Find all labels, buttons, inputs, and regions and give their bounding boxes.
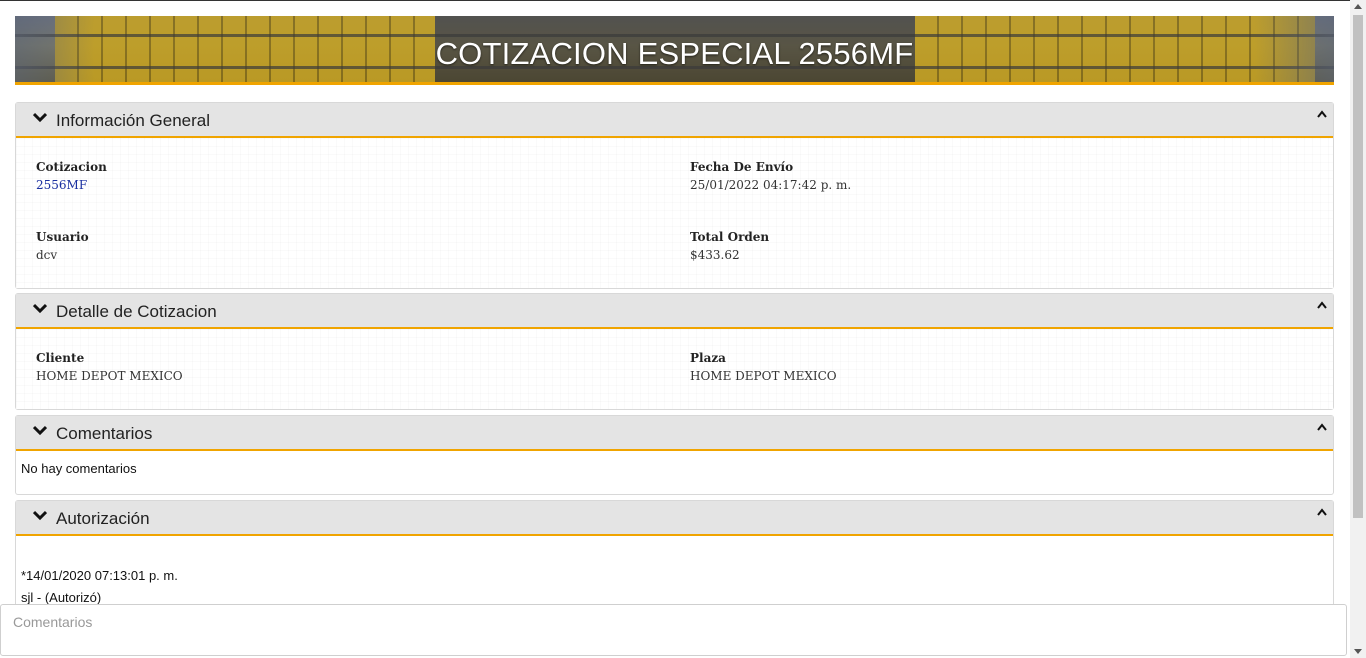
field-plaza: Plaza HOME DEPOT MEXICO bbox=[690, 351, 837, 383]
panel-body: Cliente HOME DEPOT MEXICO Plaza HOME DEP… bbox=[16, 329, 1333, 409]
caret-up-icon[interactable] bbox=[1317, 301, 1327, 309]
field-label: Fecha De Envío bbox=[690, 160, 794, 174]
chevron-down-icon bbox=[33, 425, 47, 436]
window-top-border bbox=[0, 0, 1366, 1]
cotizacion-link[interactable]: 2556MF bbox=[36, 178, 107, 192]
field-cotizacion: Cotizacion 2556MF bbox=[36, 160, 107, 192]
field-value: $433.62 bbox=[690, 248, 740, 262]
chevron-down-icon bbox=[33, 510, 47, 521]
panel-header-informacion-general[interactable]: Información General bbox=[16, 103, 1333, 138]
field-label: Cotizacion bbox=[36, 160, 107, 174]
chevron-down-icon bbox=[33, 112, 47, 123]
field-total-orden: Total Orden $433.62 bbox=[690, 230, 769, 262]
panel-title: Información General bbox=[56, 111, 211, 130]
page-title: COTIZACION ESPECIAL 2556MF bbox=[435, 36, 914, 71]
page-banner: COTIZACION ESPECIAL 2556MF bbox=[15, 16, 1334, 85]
panel-body: *14/01/2020 07:13:01 p. m. sjl - (Autori… bbox=[16, 536, 1333, 606]
panel-body: No hay comentarios bbox=[16, 451, 1333, 494]
field-label: Usuario bbox=[36, 230, 89, 244]
empty-comments-text: No hay comentarios bbox=[21, 461, 137, 476]
field-label: Cliente bbox=[36, 351, 85, 365]
panel-header-comentarios[interactable]: Comentarios bbox=[16, 416, 1333, 451]
caret-up-icon[interactable] bbox=[1317, 110, 1327, 118]
chevron-down-icon bbox=[33, 303, 47, 314]
vertical-scrollbar[interactable] bbox=[1350, 0, 1366, 658]
caret-up-icon[interactable] bbox=[1317, 508, 1327, 516]
scrollbar-thumb[interactable] bbox=[1353, 15, 1363, 518]
panel-title: Comentarios bbox=[56, 424, 153, 443]
comment-input[interactable] bbox=[0, 604, 1347, 656]
field-usuario: Usuario dcv bbox=[36, 230, 89, 262]
panel-detalle-cotizacion: Detalle de Cotizacion Cliente HOME DEPOT… bbox=[15, 293, 1334, 410]
authorization-detail: sjl - (Autorizó) bbox=[21, 590, 102, 605]
scroll-down-icon[interactable] bbox=[1354, 649, 1362, 654]
field-value: HOME DEPOT MEXICO bbox=[690, 369, 837, 383]
field-cliente: Cliente HOME DEPOT MEXICO bbox=[36, 351, 183, 383]
authorization-timestamp: *14/01/2020 07:13:01 p. m. bbox=[21, 568, 178, 583]
field-value: HOME DEPOT MEXICO bbox=[36, 369, 183, 383]
panel-title: Autorización bbox=[56, 509, 150, 528]
caret-up-icon[interactable] bbox=[1317, 423, 1327, 431]
field-label: Plaza bbox=[690, 351, 726, 365]
field-label: Total Orden bbox=[690, 230, 770, 244]
field-fecha-envio: Fecha De Envío 25/01/2022 04:17:42 p. m. bbox=[690, 160, 851, 192]
panel-header-detalle-cotizacion[interactable]: Detalle de Cotizacion bbox=[16, 294, 1333, 329]
panel-header-autorizacion[interactable]: Autorización bbox=[16, 501, 1333, 536]
field-value: 25/01/2022 04:17:42 p. m. bbox=[690, 178, 852, 192]
field-value: dcv bbox=[36, 248, 58, 262]
panel-informacion-general: Información General Cotizacion 2556MF Fe… bbox=[15, 102, 1334, 289]
scroll-up-icon[interactable] bbox=[1354, 4, 1362, 9]
panel-body: Cotizacion 2556MF Fecha De Envío 25/01/2… bbox=[16, 138, 1333, 288]
page-content: COTIZACION ESPECIAL 2556MF Información G… bbox=[15, 16, 1334, 641]
panel-comentarios: Comentarios No hay comentarios bbox=[15, 415, 1334, 495]
panel-title: Detalle de Cotizacion bbox=[56, 302, 217, 321]
